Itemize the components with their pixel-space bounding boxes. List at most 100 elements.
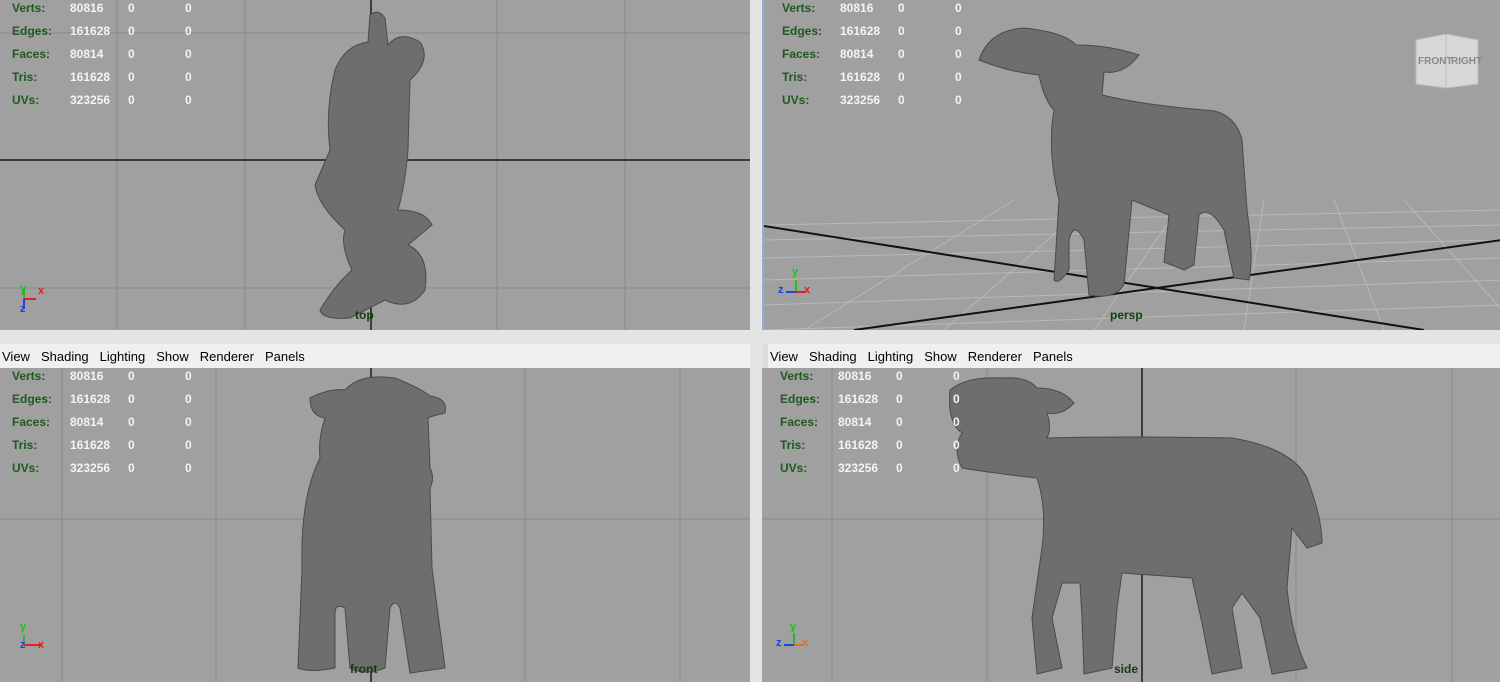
axis-gizmo: y x z [18,283,58,319]
hud-value: 0 [896,461,903,475]
menu-show[interactable]: Show [924,349,957,364]
hud-label: Faces: [780,415,819,429]
view-cube[interactable]: FRONT RIGHT [1412,34,1483,89]
hud-value: 0 [128,24,135,38]
axis-y-label: y [790,621,797,633]
menu-lighting[interactable]: Lighting [868,349,914,364]
menu-shading[interactable]: Shading [809,349,857,364]
hud-label: Faces: [12,47,51,61]
hud-value: 0 [185,70,192,84]
hud-value: 323256 [838,461,879,475]
hud-value: 0 [185,438,192,452]
hud-label: Verts: [782,1,816,15]
camera-label: front [350,662,378,676]
hud-value: 0 [185,461,192,475]
hud-value: 0 [185,1,192,15]
hud-value: 0 [898,24,905,38]
top-view-scene [0,0,750,330]
view-cube-right-label: RIGHT [1451,56,1483,67]
hud-value: 80816 [70,369,104,383]
menu-panels[interactable]: Panels [265,349,305,364]
menu-panels[interactable]: Panels [1033,349,1073,364]
axis-x-label: x [802,637,809,649]
menu-lighting[interactable]: Lighting [100,349,146,364]
persp-view-scene [764,27,1500,330]
axis-x-label: x [38,285,45,297]
hud-label: Faces: [12,415,51,429]
hud-label: UVs: [12,461,40,475]
hud-value: 0 [955,93,962,107]
viewport-front[interactable]: Verts: 80816 0 0 Edges: 161628 0 0 Faces: 80814 0 0… [0,368,750,682]
viewport-persp[interactable]: Verts: 80816 0 0 Edges: 161628 0 0 Faces: 80814 0 0… [762,0,1500,330]
viewport-divider-horizontal[interactable] [0,330,1500,344]
hud-value: 0 [128,1,135,15]
hud-value: 80814 [70,47,104,61]
camera-label: top [355,308,374,322]
viewport-top[interactable]: Verts: 80816 0 0 Edges: 161628 0 0 Faces: 80814 0 0… [0,0,750,330]
axis-gizmo: y z x [16,621,56,657]
front-view-scene [0,368,750,682]
hud-value: 0 [128,415,135,429]
axis-gizmo: y z x [776,621,816,657]
hud-label: Verts: [12,1,46,15]
hud-label: UVs: [12,93,40,107]
hud-value: 161628 [70,392,111,406]
hud-value: 0 [128,70,135,84]
hud-label: UVs: [780,461,808,475]
hud-value: 0 [955,70,962,84]
axis-z-label: z [20,303,26,315]
axis-x-label: x [38,639,45,651]
menu-show[interactable]: Show [156,349,189,364]
hud-value: 161628 [70,24,111,38]
front-panel-menubar: View Shading Lighting Show Renderer Pane… [0,344,750,368]
axis-y-label: y [792,266,799,278]
hud-label: Edges: [780,392,821,406]
axis-z-label: z [20,639,26,651]
hud-value: 161628 [838,438,879,452]
viewport-side[interactable]: Verts: 80816 0 0 Edges: 161628 0 0 Faces: 80814 0 0… [762,368,1500,682]
lamb-model-persp [978,27,1252,297]
hud-value: 0 [896,369,903,383]
side-view-scene [762,368,1500,682]
menu-view[interactable]: View [2,349,30,364]
hud-value: 0 [185,93,192,107]
hud-value: 161628 [840,24,881,38]
hud-value: 0 [185,24,192,38]
hud-value: 0 [898,47,905,61]
hud-label: Tris: [782,70,808,84]
hud-value: 0 [896,415,903,429]
hud-value: 0 [128,438,135,452]
hud-label: Verts: [780,369,814,383]
hud-label: UVs: [782,93,810,107]
hud-label: Faces: [782,47,821,61]
axis-y-label: y [20,621,27,633]
hud-label: Edges: [782,24,823,38]
hud-value: 0 [128,47,135,61]
hud-value: 0 [953,438,960,452]
hud-value: 0 [898,93,905,107]
hud-value: 80816 [840,1,874,15]
hud-label: Tris: [12,70,38,84]
hud-value: 323256 [840,93,881,107]
hud-value: 0 [128,461,135,475]
hud-value: 0 [955,47,962,61]
hud-value: 161628 [840,70,881,84]
menu-renderer[interactable]: Renderer [968,349,1022,364]
hud-value: 0 [185,415,192,429]
hud-value: 323256 [70,461,111,475]
lamb-model-side [949,377,1323,675]
menu-view[interactable]: View [770,349,798,364]
side-panel-menubar: View Shading Lighting Show Renderer Pane… [768,344,1500,368]
hud-value: 323256 [70,93,111,107]
hud-value: 0 [898,70,905,84]
hud-value: 0 [955,24,962,38]
hud-label: Verts: [12,369,46,383]
hud-value: 161628 [70,438,111,452]
menu-renderer[interactable]: Renderer [200,349,254,364]
hud-label: Tris: [12,438,38,452]
axis-z-label: z [778,284,784,296]
camera-label: side [1114,662,1139,676]
axis-z-label: z [776,637,782,649]
hud-value: 0 [953,369,960,383]
menu-shading[interactable]: Shading [41,349,89,364]
